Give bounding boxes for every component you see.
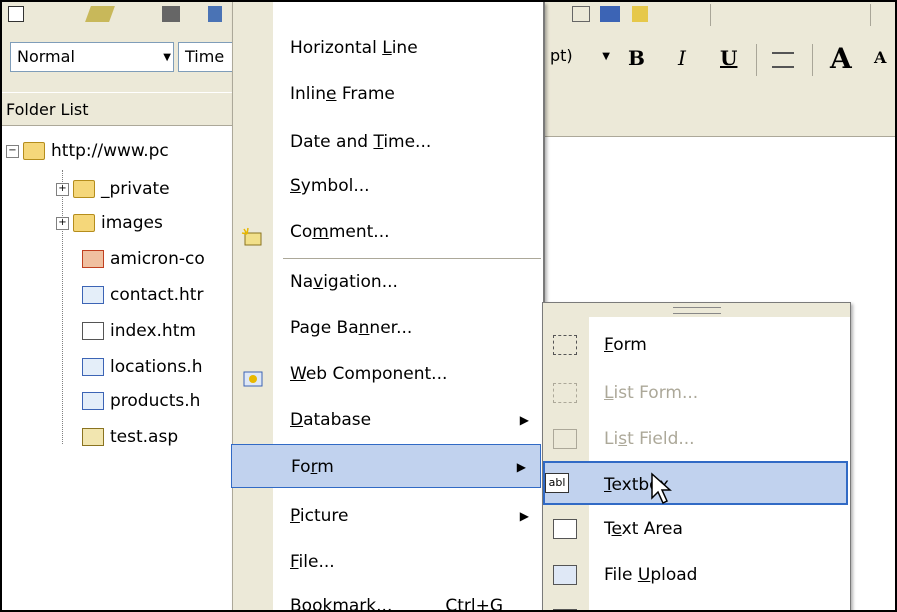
menu-item-navigation[interactable]: Navigation... [233,260,543,304]
menu-item-symbol[interactable]: Symbol... [233,164,543,208]
tree-item[interactable]: amicron-co [82,246,205,272]
style-select[interactable]: Normal ▼ [10,42,174,72]
list-field-icon [553,429,577,449]
align-left-icon[interactable] [772,52,794,68]
tree-item-label: amicron-co [110,249,205,269]
paint-icon[interactable] [632,6,648,22]
textbox-icon: abl [545,473,569,493]
tree-item-label: images [101,213,163,233]
tree-item-label: contact.htr [110,285,204,305]
submenu-arrow-icon: ▶ [516,460,526,474]
tree-item-label: test.asp [110,427,179,447]
list-form-icon [553,383,577,403]
expand-icon[interactable]: + [56,182,69,196]
tree-item[interactable]: + _private [56,176,170,202]
bookmark-shortcut: Ctrl+G [445,596,503,612]
menu-separator [283,258,541,259]
expand-icon[interactable]: + [56,216,69,230]
mouse-cursor-icon [650,472,676,511]
form-icon [553,335,577,355]
tree-item[interactable]: products.h [82,388,200,414]
tree-item-label: locations.h [110,357,203,377]
menu-item-picture[interactable]: Picture ▶ [233,494,543,538]
toolbar-separator [756,44,757,76]
table-icon[interactable] [572,6,590,22]
submenu-arrow-icon: ▶ [519,509,529,523]
menu-item-comment[interactable]: Comment... [233,210,543,254]
submenu-item-list-form[interactable]: List Form... [543,371,850,415]
comment-icon [241,222,263,246]
font-select-value: Time [185,47,225,66]
tree-item-label: index.htm [110,321,196,341]
chevron-down-icon[interactable]: ▼ [602,43,610,71]
menu-item-web-component[interactable]: Web Component... [233,352,543,396]
tree-item-label: products.h [110,391,201,411]
toolbar-separator [812,44,813,76]
folder-list-header: Folder List [2,92,242,126]
edit-icon[interactable] [85,6,115,22]
submenu-item-form[interactable]: Form [543,323,850,367]
editor-tab-bar [532,92,895,137]
tree-item-label: _private [101,179,170,199]
web-component-icon [241,364,263,387]
toolbar-separator [870,4,871,26]
collapse-icon[interactable]: − [6,144,19,158]
folder-open-icon [23,142,45,160]
chevron-down-icon[interactable]: ▼ [163,44,171,71]
tree-item[interactable]: index.htm [82,318,196,344]
folder-icon [73,214,95,232]
toolbar-separator [710,4,711,26]
file-upload-icon [553,565,577,585]
font-size-value: pt) [550,46,573,65]
tree-item[interactable]: test.asp [82,424,178,450]
tree-item[interactable]: contact.htr [82,282,203,308]
text-area-icon [553,519,577,539]
submenu-drag-handle[interactable] [543,303,850,317]
tree-item[interactable]: + images [56,210,163,236]
html-file-icon [82,358,104,376]
menu-item-bookmark[interactable]: Bookmark... Ctrl+G [233,584,543,612]
insert-menu: Horizontal Line Inline Frame Date and Ti… [231,2,545,612]
menu-item-date-time[interactable]: Date and Time... [233,120,543,164]
layer-icon[interactable] [600,6,620,22]
html-file-icon [82,286,104,304]
menu-item-page-banner[interactable]: Page Banner... [233,306,543,350]
print-icon[interactable] [162,6,180,22]
html-file-icon [82,392,104,410]
style-select-value: Normal [17,47,75,66]
new-page-icon[interactable] [8,6,24,22]
italic-button[interactable]: I [678,46,686,70]
asp-file-icon [82,428,104,446]
form-submenu: Form List Form... List Field... abl Text… [542,302,851,610]
image-file-icon [82,250,104,268]
font-select[interactable]: Time [178,42,238,72]
menu-item-inline-frame[interactable]: Inline Frame [233,72,543,116]
submenu-item-file-upload[interactable]: File Upload [543,553,850,597]
toolbar-icon[interactable] [208,6,222,22]
folder-list-pane[interactable]: − http://www.pc + _private + images amicron… [2,126,242,610]
app-window: Normal ▼ Time pt) ▼ B I U A A Folder Lis… [0,0,897,612]
submenu-item-textbox[interactable]: abl Textbox [543,461,848,505]
tree-item[interactable]: locations.h [82,354,203,380]
submenu-item-list-field[interactable]: List Field... [543,417,850,461]
font-size-select[interactable]: pt) ▼ [544,42,610,72]
submenu-item-text-area[interactable]: Text Area [543,507,850,551]
menu-item-form[interactable]: Form ▶ [231,444,541,488]
menu-item-horizontal-line[interactable]: Horizontal Line [233,26,543,70]
underline-button[interactable]: U [720,46,737,70]
menu-item-file[interactable]: File... [233,540,543,584]
home-page-icon [82,322,104,340]
bold-button[interactable]: B [628,46,645,70]
menu-item-database[interactable]: Database ▶ [233,398,543,442]
tree-root-label: http://www.pc [51,141,169,161]
tree-root[interactable]: − http://www.pc [6,138,169,164]
folder-icon [73,180,95,198]
submenu-item-checkbox[interactable]: Checkbox [543,597,850,610]
submenu-arrow-icon: ▶ [519,413,529,427]
grow-font-button[interactable]: A [830,42,852,75]
shrink-font-button[interactable]: A [874,48,886,67]
